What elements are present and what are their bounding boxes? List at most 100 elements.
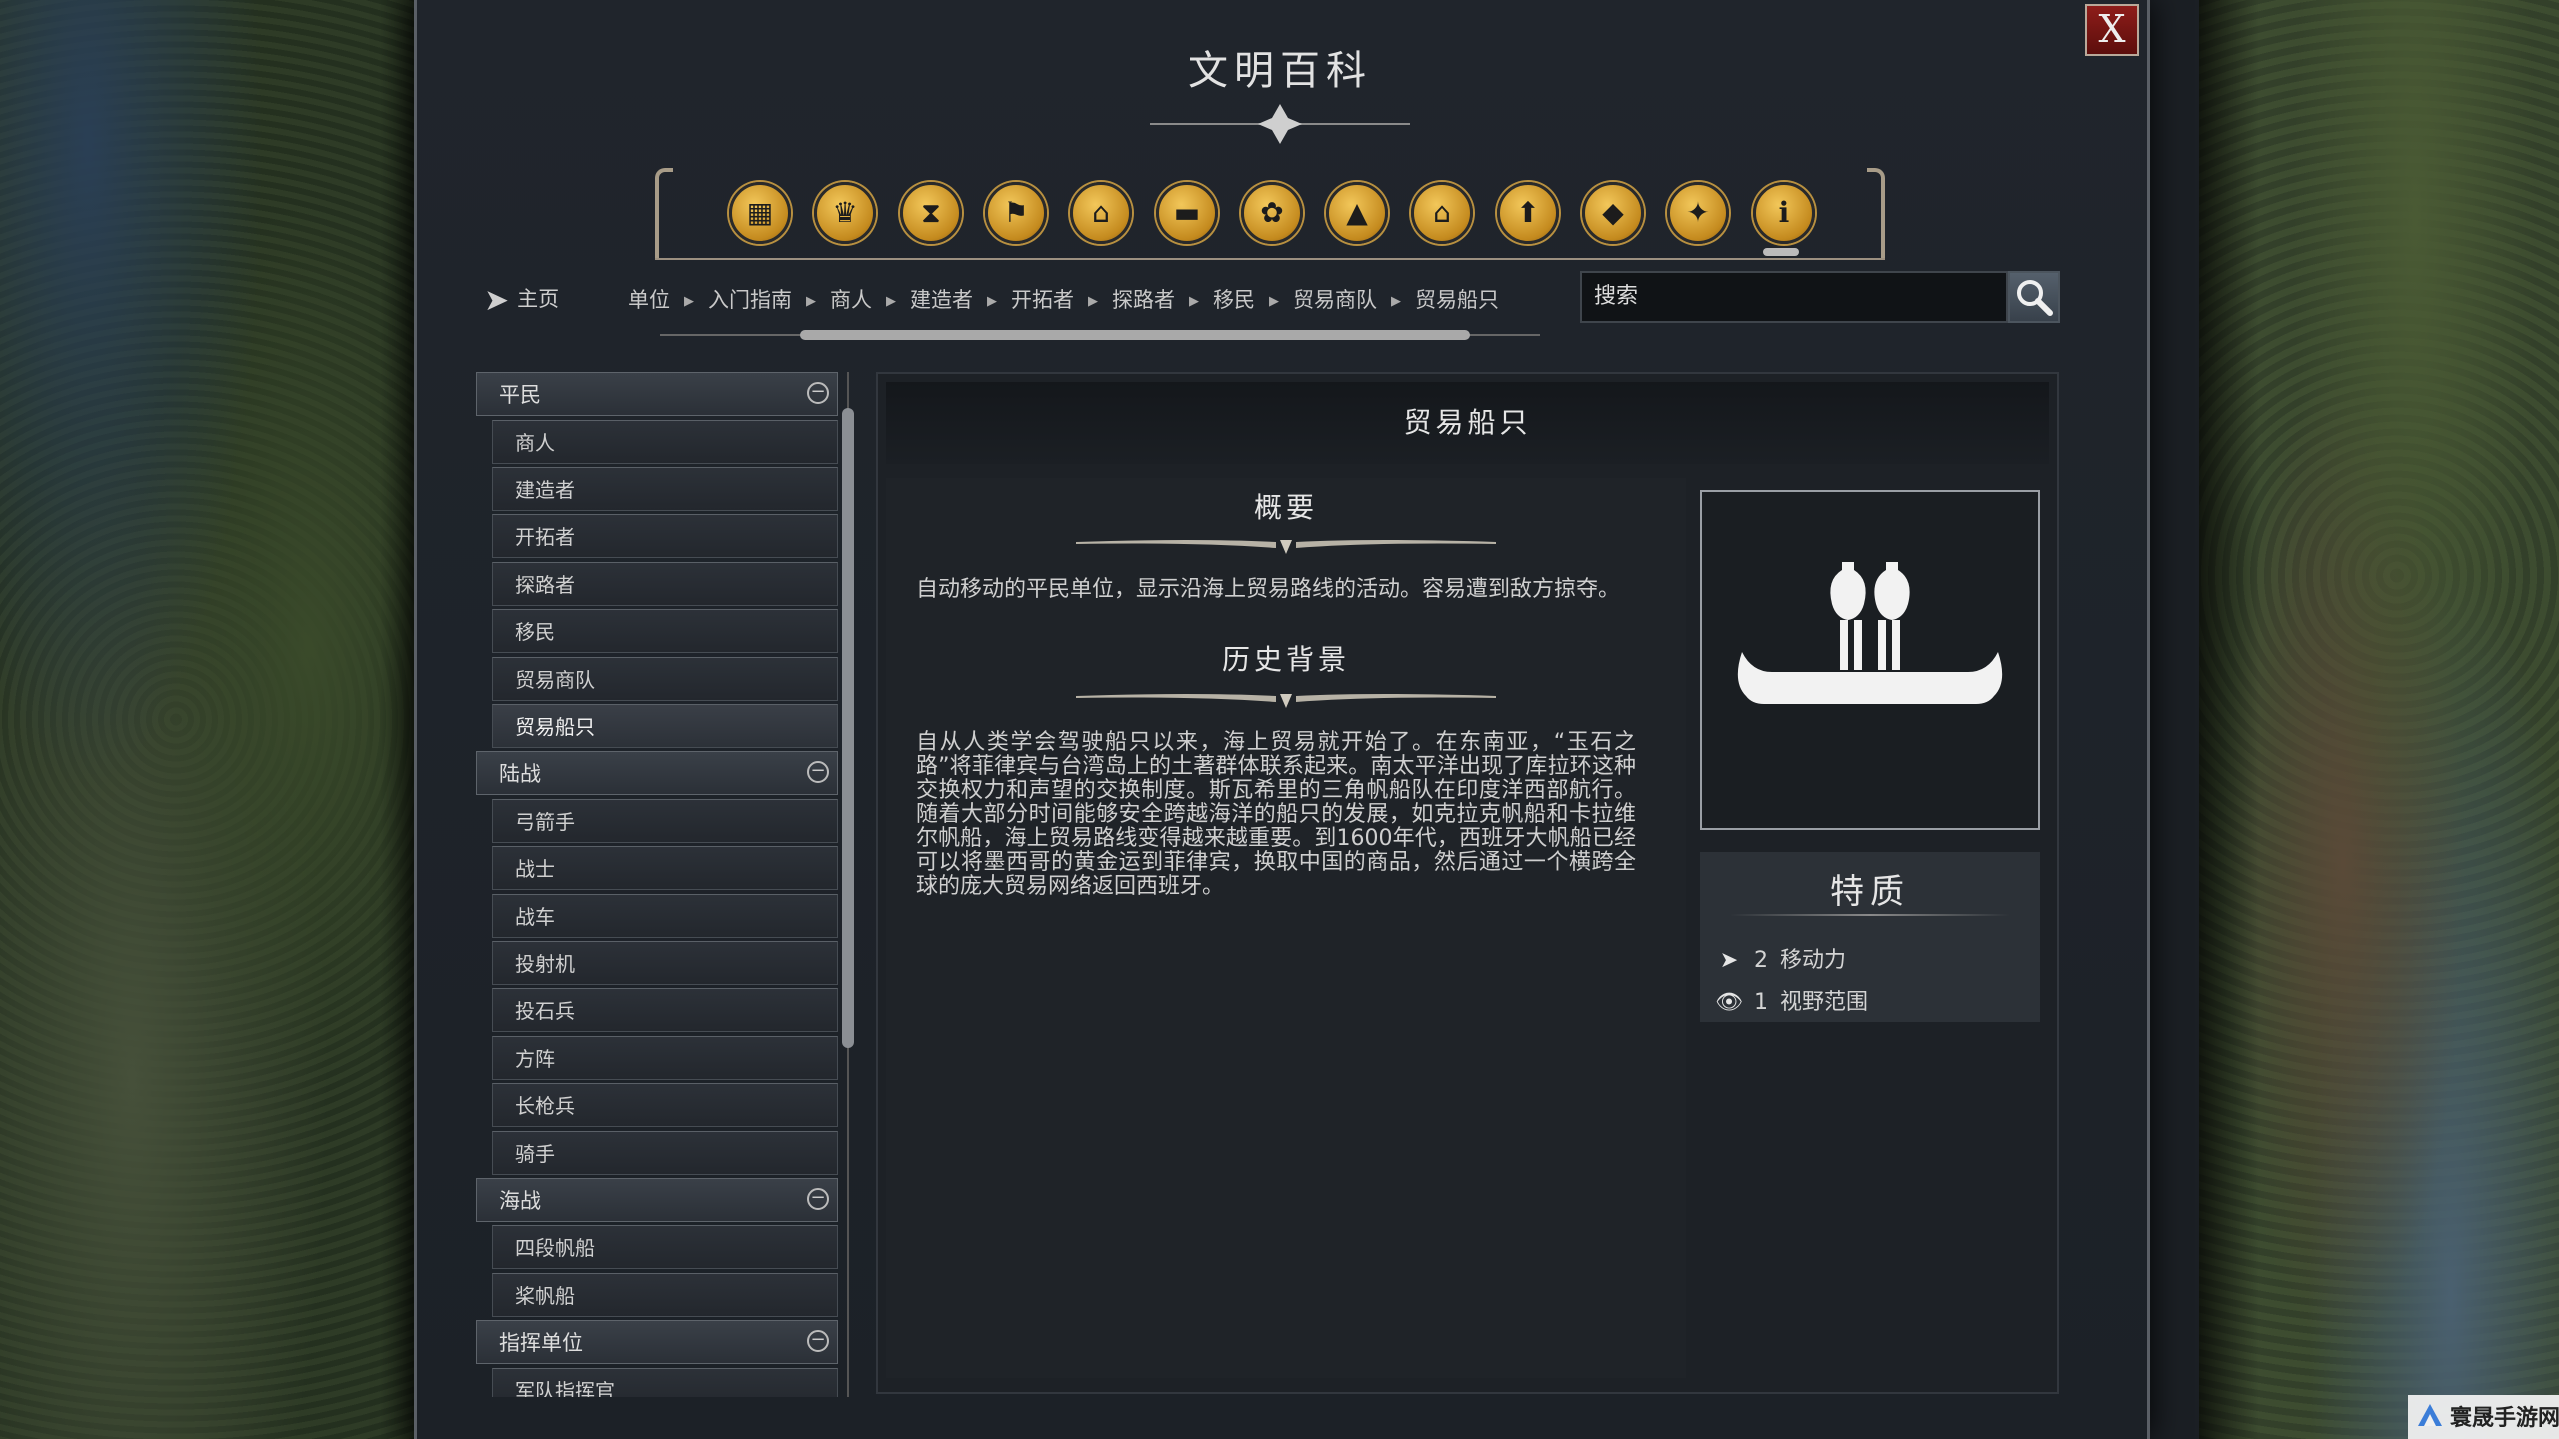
list-item[interactable]: 长枪兵	[492, 1083, 838, 1127]
breadcrumb-item[interactable]: 入门指南	[708, 288, 792, 312]
summary-ornament	[1076, 540, 1496, 554]
breadcrumb-separator-icon: ▶	[684, 294, 694, 309]
list-item[interactable]: 弓箭手	[492, 799, 838, 843]
collapse-icon[interactable]: −	[807, 382, 829, 404]
wonders-icon[interactable]: ◆	[1582, 182, 1644, 244]
entry-list: 平民 − 商人 建造者 开拓者 探路者 移民 贸易商队 贸易船只陆战 − 弓箭手 战士 战车 投射机 投石兵…	[476, 372, 838, 1397]
trait-row: ➤ 2 移动力	[1714, 942, 1846, 974]
breadcrumb-item[interactable]: 商人	[830, 288, 872, 312]
traits-divider	[1730, 914, 2010, 916]
list-item[interactable]: 移民	[492, 609, 838, 653]
list-item[interactable]: 战士	[492, 846, 838, 890]
list-item[interactable]: 商人	[492, 420, 838, 464]
list-item[interactable]: 桨帆船	[492, 1273, 838, 1317]
list-item[interactable]: 投石兵	[492, 988, 838, 1032]
home-link[interactable]: ➤ 主页	[484, 283, 559, 318]
breadcrumb-separator-icon: ▶	[1189, 294, 1199, 309]
detail-text-column	[886, 478, 1686, 1378]
search-input[interactable]: 搜索	[1580, 271, 2008, 323]
list-item[interactable]: 开拓者	[492, 514, 838, 558]
list-item[interactable]: 骑手	[492, 1131, 838, 1175]
watermark: 寰晟手游网	[2408, 1395, 2559, 1439]
breadcrumb-item[interactable]: 建造者	[910, 288, 973, 312]
ages-icon[interactable]: ⧗	[900, 182, 962, 244]
list-group-label: 陆战	[499, 762, 541, 787]
list-group-header[interactable]: 平民 −	[476, 372, 838, 416]
summary-text: 自动移动的平民单位，显示沿海上贸易路线的活动。容易遭到敌方掠夺。	[916, 577, 1621, 602]
traits-title: 特质	[1830, 872, 1910, 912]
list-item[interactable]: 四段帆船	[492, 1225, 838, 1269]
breadcrumb-item[interactable]: 开拓者	[1011, 288, 1074, 312]
list-group-label: 平民	[499, 383, 541, 407]
civilizations-icon[interactable]: ▦	[729, 182, 791, 244]
trait-row: 👁 1 视野范围	[1714, 984, 1868, 1016]
search-button[interactable]	[2008, 271, 2060, 323]
list-item[interactable]: 军队指挥官	[492, 1368, 838, 1397]
list-item[interactable]: 贸易商队	[492, 657, 838, 701]
list-item[interactable]: 方阵	[492, 1036, 838, 1080]
title-ornament	[1150, 104, 1410, 144]
history-title: 历史背景	[1221, 643, 1350, 676]
search-icon	[2017, 280, 2053, 316]
breadcrumb-separator-icon: ▶	[1391, 294, 1401, 309]
breadcrumb-item[interactable]: 单位	[628, 288, 670, 312]
history-ornament	[1076, 694, 1496, 708]
list-item[interactable]: 贸易船只	[492, 704, 838, 748]
breadcrumb-item[interactable]: 移民	[1213, 288, 1255, 312]
entry-list-scroll-thumb[interactable]	[842, 408, 854, 1048]
collapse-icon[interactable]: −	[807, 761, 829, 784]
collapse-icon[interactable]: −	[807, 1330, 829, 1353]
religion-icon[interactable]: ✦	[1667, 182, 1729, 244]
list-item[interactable]: 投射机	[492, 941, 838, 985]
unit-portrait	[1700, 490, 2040, 830]
breadcrumb-separator-icon: ▶	[1269, 294, 1279, 309]
list-group-header[interactable]: 陆战 −	[476, 751, 838, 796]
breadcrumb-item[interactable]: 贸易商队	[1293, 288, 1377, 312]
summary-title: 概要	[1253, 491, 1318, 524]
resources-icon[interactable]: ✿	[1241, 182, 1303, 244]
book-icon[interactable]: ▬	[1156, 182, 1218, 244]
sight-icon: 👁	[1715, 990, 1743, 1015]
government-icon[interactable]: ⌂	[1070, 182, 1132, 244]
breadcrumb: 单位 ▶ 入门指南 ▶ 商人 ▶ 建造者 ▶ 开拓者 ▶ 探路者 ▶ 移民 ▶ 贸易商队 ▶ 贸易船只	[628, 284, 1499, 314]
leaders-icon[interactable]: ♛	[814, 182, 876, 244]
history-text: 自从人类学会驾驶船只以来，海上贸易就开始了。在东南亚，“玉石之路”将菲律宾与台湾…	[916, 730, 1636, 899]
collapse-icon[interactable]: −	[807, 1188, 829, 1210]
units-icon[interactable]: ⬆	[1497, 182, 1559, 244]
detail-title: 贸易船只	[886, 382, 2049, 464]
buildings-icon[interactable]: ⌂	[1411, 182, 1473, 244]
list-item[interactable]: 建造者	[492, 467, 838, 511]
breadcrumb-separator-icon: ▶	[886, 294, 896, 309]
breadcrumb-scroll-thumb[interactable]	[800, 330, 1470, 340]
category-selected-marker	[1763, 248, 1799, 256]
close-button[interactable]: X	[2085, 4, 2139, 56]
terrain-icon[interactable]: ▲	[1326, 182, 1388, 244]
trait-label: 视野范围	[1780, 990, 1869, 1015]
breadcrumb-item[interactable]: 贸易船只	[1415, 288, 1499, 312]
category-bar-bracket-left	[655, 168, 673, 258]
map-shade-right	[2199, 0, 2259, 1439]
trade-ship-icon	[1737, 562, 2003, 704]
category-bar: ▦ ♛ ⧗ ⚑ ⌂ ▬ ✿ ▲ ⌂ ⬆ ◆ ✦ i	[655, 168, 1885, 260]
page-title: 文明百科	[1188, 48, 1372, 94]
breadcrumb-scrollbar[interactable]	[660, 329, 1540, 341]
entry-list-scrollbar[interactable]	[841, 372, 855, 1397]
list-group-label: 海战	[499, 1189, 541, 1213]
home-label: 主页	[517, 287, 560, 311]
list-item[interactable]: 战车	[492, 894, 838, 938]
back-arrow-icon: ➤	[484, 283, 510, 318]
breadcrumb-item[interactable]: 探路者	[1112, 288, 1175, 312]
breadcrumb-separator-icon: ▶	[806, 294, 816, 309]
trait-label: 移动力	[1780, 948, 1847, 973]
list-item[interactable]: 探路者	[492, 562, 838, 606]
watermark-logo-icon	[2418, 1404, 2442, 1426]
list-group-label: 指挥单位	[499, 1331, 583, 1356]
flag-icon[interactable]: ⚑	[985, 182, 1047, 244]
info-icon[interactable]: i	[1753, 182, 1815, 244]
list-group-header[interactable]: 海战 −	[476, 1178, 838, 1222]
breadcrumb-separator-icon: ▶	[987, 294, 997, 309]
world-map-left	[0, 0, 440, 1439]
trait-value: 1	[1754, 990, 1768, 1015]
list-group-header[interactable]: 指挥单位 −	[476, 1320, 838, 1365]
breadcrumb-separator-icon: ▶	[1088, 294, 1098, 309]
